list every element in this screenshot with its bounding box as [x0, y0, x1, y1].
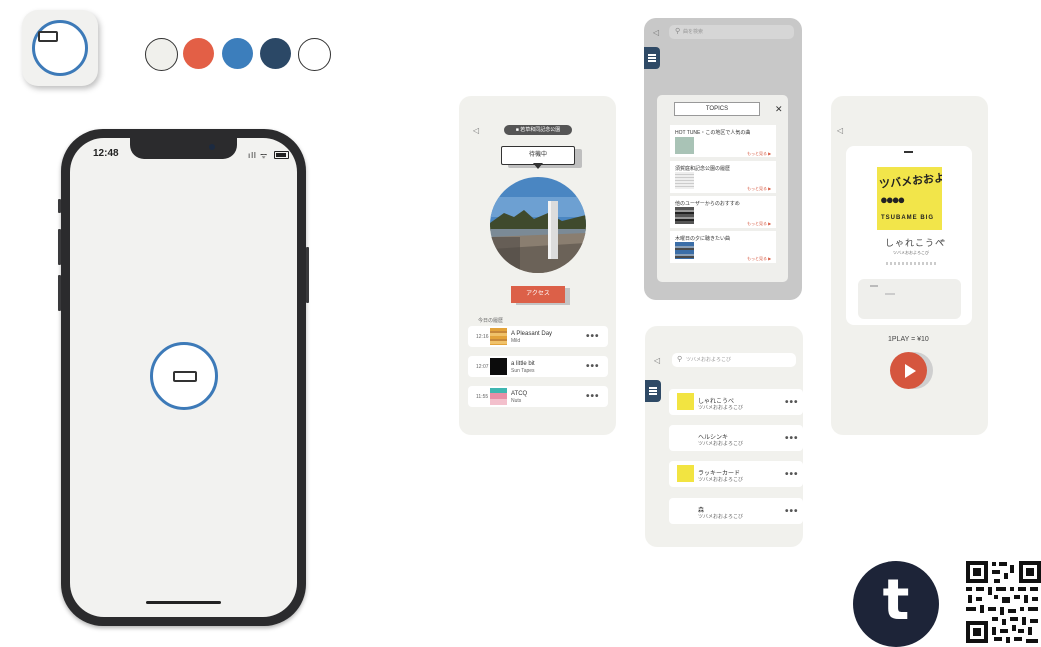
more-icon[interactable]: •••	[785, 506, 799, 517]
search-input[interactable]: 曲を検索	[669, 25, 794, 39]
splash-logo-pill	[173, 371, 197, 382]
song-artist: ツバメおおよろこび	[698, 477, 744, 483]
menu-icon[interactable]	[644, 47, 660, 69]
topic-title: 木曜日の夕に聴きたい曲	[675, 236, 731, 242]
search-icon: ⚲	[677, 356, 683, 363]
topic-more[interactable]: もっと見る ▶	[747, 151, 771, 157]
panel-handle[interactable]	[904, 151, 913, 153]
location-badge: ■ 若草和同記念公園	[504, 125, 572, 135]
more-icon[interactable]: •••	[785, 469, 799, 480]
album-thumb	[490, 358, 507, 375]
song-thumb	[677, 502, 694, 519]
back-icon[interactable]: ◁	[837, 126, 843, 135]
song-thumb	[677, 393, 694, 410]
color-swatch-navy	[260, 38, 291, 69]
topics-title: TOPICS	[674, 102, 760, 116]
search-icon: ⚲	[675, 28, 681, 35]
more-icon[interactable]: •••	[586, 391, 600, 402]
album-thumb	[490, 388, 507, 405]
more-icon[interactable]: •••	[785, 397, 799, 408]
menu-icon[interactable]	[645, 380, 661, 402]
history-label: 今日の履歴	[478, 318, 504, 324]
share-icon[interactable]: ⇌	[940, 238, 945, 245]
album-art: ツバメおおよろ ●●●● TSUBAME BIG	[877, 167, 942, 230]
tumblr-logo[interactable]: t	[853, 561, 939, 647]
color-swatch-red	[183, 38, 214, 69]
song-title: しゃれこうべ	[885, 238, 946, 248]
lyrics-placeholder	[886, 262, 936, 265]
logo-ring	[32, 20, 88, 76]
history-time: 12:16	[476, 334, 489, 340]
topic-more[interactable]: もっと見る ▶	[747, 256, 771, 262]
access-button[interactable]: アクセス	[511, 286, 565, 303]
back-icon[interactable]: ◁	[653, 28, 659, 37]
song-thumb	[677, 429, 694, 446]
close-icon[interactable]: ✕	[775, 104, 783, 115]
play-button[interactable]	[890, 352, 927, 389]
color-swatch-white	[298, 38, 331, 71]
bubble-tip	[533, 163, 543, 169]
history-time: 11:55	[476, 394, 489, 400]
topic-thumb	[675, 207, 694, 224]
logo-pill	[38, 31, 58, 42]
color-swatch-blue	[222, 38, 253, 69]
history-artist: Nuts	[511, 398, 522, 404]
comment-placeholder	[870, 285, 878, 287]
app-icon	[22, 10, 98, 86]
search-input[interactable]: ツバメおおよろこび	[672, 353, 796, 367]
back-icon[interactable]: ◁	[473, 126, 479, 135]
history-time: 12:07	[476, 364, 489, 370]
camera	[209, 144, 215, 150]
more-icon[interactable]: •••	[785, 433, 799, 444]
topic-more[interactable]: もっと見る ▶	[747, 221, 771, 227]
history-title: a little bit	[511, 361, 535, 367]
history-artist: Sun Tapes	[511, 368, 535, 374]
notch	[130, 138, 237, 159]
history-title: A Pleasant Day	[511, 331, 553, 337]
band-faces: ●●●●	[880, 192, 905, 207]
comment-placeholder	[885, 293, 895, 295]
song-artist: ツバメおおよろこび	[698, 514, 744, 520]
topic-more[interactable]: もっと見る ▶	[747, 186, 771, 192]
song-artist: ツバメおおよろこび	[893, 250, 929, 255]
history-title: ATCQ	[511, 391, 528, 397]
price-label: 1PLAY = ¥10	[888, 336, 929, 343]
topic-title: 須賀庭和記念公園の履歴	[675, 166, 731, 172]
status-time: 12:48	[93, 148, 119, 159]
signal-wifi-icon: ıll ᯤ	[248, 151, 269, 160]
qr-code	[964, 559, 1041, 645]
more-icon[interactable]: •••	[586, 331, 600, 342]
battery-icon	[274, 151, 289, 159]
song-thumb	[677, 465, 694, 482]
phone-mockup: 12:48 ıll ᯤ	[58, 129, 309, 626]
splash-screen: 12:48 ıll ᯤ	[70, 138, 297, 617]
album-text: ツバメおおよろ	[878, 171, 942, 191]
album-band: TSUBAME BIG	[881, 215, 934, 221]
topic-title: 他のユーザーからのおすすめ	[675, 201, 740, 207]
topic-thumb	[675, 172, 694, 189]
color-swatch-cream	[145, 38, 178, 71]
topic-title: HOT TUNE・この地区で人気の曲	[675, 130, 751, 136]
back-icon[interactable]: ◁	[654, 356, 660, 365]
album-thumb	[490, 328, 507, 345]
topic-thumb	[675, 137, 694, 154]
topic-thumb	[675, 242, 694, 259]
song-artist: ツバメおおよろこび	[698, 405, 744, 411]
history-artist: Mild	[511, 338, 521, 344]
park-photo	[490, 177, 586, 273]
home-indicator[interactable]	[146, 601, 221, 604]
song-artist: ツバメおおよろこび	[698, 441, 744, 447]
more-icon[interactable]: •••	[586, 361, 600, 372]
